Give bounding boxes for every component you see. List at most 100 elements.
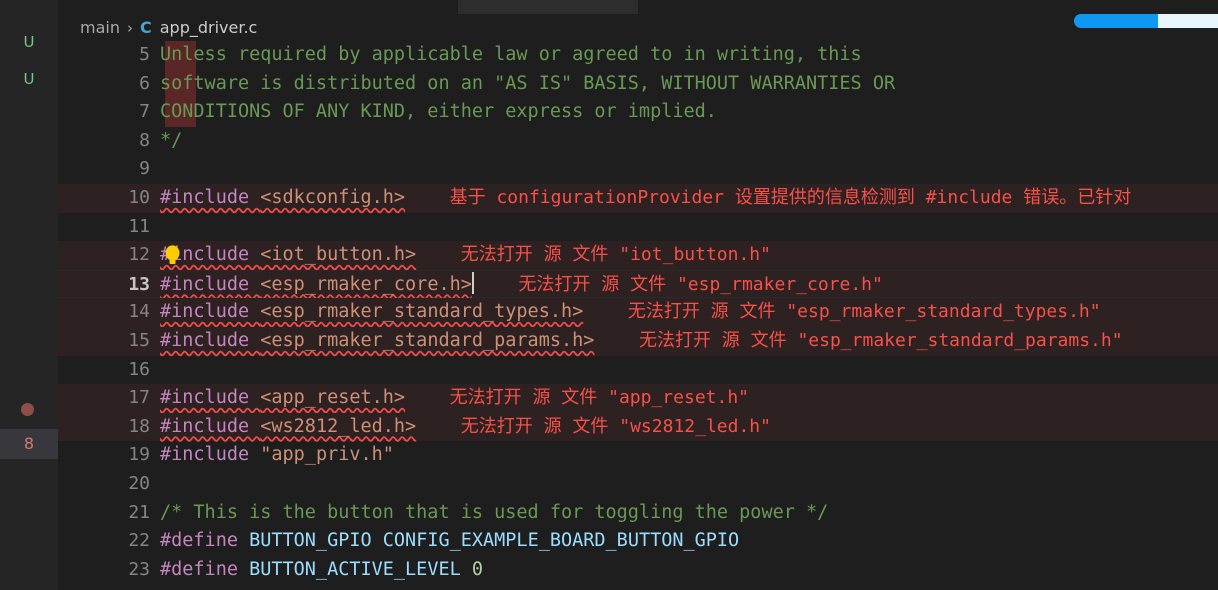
code-editor-lines[interactable]: 5 Unless required by applicable law or ag…: [58, 41, 1218, 590]
code-line-text: #include <sdkconfig.h> 基于 configurationP…: [160, 184, 1131, 213]
code-token: <esp_rmaker_standard_types.h>: [260, 301, 584, 323]
code-token: #include: [160, 186, 261, 208]
code-token: CONFIG_EXAMPLE_BOARD_BUTTON_GPIO: [382, 530, 740, 552]
inline-diagnostic-message: 无法打开 源 文件 "iot_button.h": [460, 244, 771, 266]
breadcrumb-item-main[interactable]: main: [80, 18, 120, 37]
diagnostic-gap: [405, 187, 450, 208]
notification-badge[interactable]: [1074, 14, 1158, 28]
code-line-text: #include <esp_rmaker_standard_params.h> …: [160, 327, 1123, 356]
problem-count-badge[interactable]: 8: [0, 429, 58, 459]
diagnostic-gap: [416, 416, 461, 437]
code-line-text: #include <ws2812_led.h> 无法打开 源 文件 "ws281…: [160, 413, 771, 442]
line-number: 15: [128, 329, 150, 351]
code-line[interactable]: 11: [58, 213, 1218, 242]
code-token: <esp_rmaker_core.h>: [260, 273, 472, 295]
line-number: 6: [139, 72, 150, 94]
code-token: <sdkconfig.h>: [260, 186, 406, 208]
line-number: 23: [128, 558, 150, 580]
code-token: CONDITIONS OF ANY KIND, either express o…: [160, 101, 717, 123]
vscode-window: U U 8 main › C app_driver.c 5 Unless requ…: [0, 0, 1218, 590]
code-token: #include: [160, 301, 261, 323]
breadcrumb: main › C app_driver.c: [58, 14, 1218, 41]
code-line[interactable]: 5 Unless required by applicable law or ag…: [58, 41, 1218, 127]
code-line-text: #include <app_reset.h> 无法打开 源 文件 "app_re…: [160, 384, 749, 413]
code-token: #include: [160, 329, 261, 351]
editor-tab-app-driver-c[interactable]: [458, 0, 638, 14]
code-line-text: #define BUTTON_ACTIVE_LEVEL 0: [160, 556, 483, 585]
line-number: 16: [128, 358, 150, 380]
breadcrumb-item-file[interactable]: app_driver.c: [160, 18, 258, 37]
chevron-right-icon: ›: [126, 18, 133, 37]
git-status-badge-untracked: U: [23, 33, 35, 51]
line-number: 5: [139, 44, 150, 65]
inline-diagnostic-message: 无法打开 源 文件 "app_reset.h": [449, 387, 749, 409]
code-token: software is distributed on an "AS IS" BA…: [160, 72, 896, 94]
code-line-text: CONDITIONS OF ANY KIND, either express o…: [160, 98, 717, 127]
code-line[interactable]: 20: [58, 470, 1218, 499]
diagnostic-gap: [583, 301, 628, 322]
inline-diagnostic-message: 无法打开 源 文件 "ws2812_led.h": [460, 415, 771, 437]
code-line[interactable]: 17 #include <app_reset.h> 无法打开 源 文件 "app_…: [58, 384, 1218, 413]
line-number: 17: [128, 387, 150, 409]
diagnostic-gap: [594, 330, 639, 351]
code-line[interactable]: 22 #define BUTTON_GPIO CONFIG_EXAMPLE_BOA…: [58, 527, 1218, 556]
code-token: /* This is the button that is used for t…: [160, 501, 829, 523]
code-line[interactable]: 10 #include <sdkconfig.h> 基于 configuratio…: [58, 183, 1218, 213]
code-line-text: software is distributed on an "AS IS" BA…: [160, 70, 895, 99]
code-line[interactable]: 9: [58, 155, 1218, 184]
code-line-text: #include <iot_button.h> 无法打开 源 文件 "iot_b…: [160, 241, 771, 270]
code-token: #include: [160, 444, 261, 466]
code-token: <iot_button.h>: [260, 244, 417, 266]
lightbulb-icon[interactable]: [164, 244, 181, 266]
diagnostic-gap: [474, 274, 519, 295]
line-number: 20: [128, 472, 150, 494]
inline-diagnostic-message: 无法打开 源 文件 "esp_rmaker_standard_params.h": [638, 329, 1123, 351]
line-number: 18: [128, 415, 150, 437]
line-number: 14: [128, 301, 150, 323]
code-line-text: /* This is the button that is used for t…: [160, 499, 828, 528]
explorer-strip: U U 8: [0, 0, 58, 590]
notification-badge-cap: [1158, 14, 1218, 28]
code-line[interactable]: 19 #include "app_priv.h": [58, 441, 1218, 470]
code-line[interactable]: 23 #define BUTTON_ACTIVE_LEVEL 0: [58, 556, 1218, 585]
line-number: 21: [128, 501, 150, 523]
line-number: 10: [128, 186, 150, 208]
code-token: #define: [160, 530, 250, 552]
code-line-text: #include "app_priv.h": [160, 441, 394, 470]
code-line-text: #define BUTTON_GPIO CONFIG_EXAMPLE_BOARD…: [160, 527, 739, 556]
code-line-text: */: [160, 127, 182, 156]
code-line[interactable]: 18 #include <ws2812_led.h> 无法打开 源 文件 "ws2…: [58, 412, 1218, 442]
line-number: 19: [128, 444, 150, 466]
code-token: #include: [160, 415, 261, 437]
line-number: 12: [128, 244, 150, 266]
code-token: "app_priv.h": [260, 444, 394, 466]
code-line[interactable]: 6 software is distributed on an "AS IS" B…: [58, 70, 1218, 99]
code-token: 0: [471, 558, 484, 580]
line-number: 11: [128, 215, 150, 237]
git-status-badge-untracked: U: [23, 70, 35, 88]
code-line[interactable]: 16: [58, 356, 1218, 385]
editor-pane: main › C app_driver.c 5 Unless required b…: [58, 0, 1218, 590]
code-line[interactable]: 12 #include <iot_button.h> 无法打开 源 文件 "iot…: [58, 241, 1218, 270]
line-number: 13: [128, 273, 150, 295]
code-token: BUTTON_GPIO: [249, 530, 372, 552]
code-line[interactable]: 15 #include <esp_rmaker_standard_params.h…: [58, 326, 1218, 356]
code-line[interactable]: 21 /* This is the button that is used for…: [58, 499, 1218, 528]
code-token: <ws2812_led.h>: [260, 415, 417, 437]
code-token: <app_reset.h>: [260, 387, 406, 409]
line-number: 7: [139, 101, 150, 123]
code-line[interactable]: 7 CONDITIONS OF ANY KIND, either express …: [58, 98, 1218, 127]
code-line[interactable]: 13 #include <esp_rmaker_core.h> 无法打开 源 文件…: [58, 269, 1218, 299]
inline-diagnostic-message: 基于 configurationProvider 设置提供的信息检测到 #inc…: [449, 186, 1132, 208]
line-number: 22: [128, 530, 150, 552]
code-token: #define: [160, 558, 250, 580]
code-line[interactable]: 14 #include <esp_rmaker_standard_types.h>…: [58, 298, 1218, 327]
c-file-icon: C: [139, 18, 152, 37]
code-token: #include: [160, 273, 261, 295]
diagnostic-gap: [405, 387, 450, 408]
code-line[interactable]: 8 */: [58, 127, 1218, 156]
code-token: <esp_rmaker_standard_params.h>: [260, 329, 595, 351]
line-number: 9: [139, 158, 150, 180]
breakpoint-dot-icon[interactable]: [21, 403, 34, 416]
